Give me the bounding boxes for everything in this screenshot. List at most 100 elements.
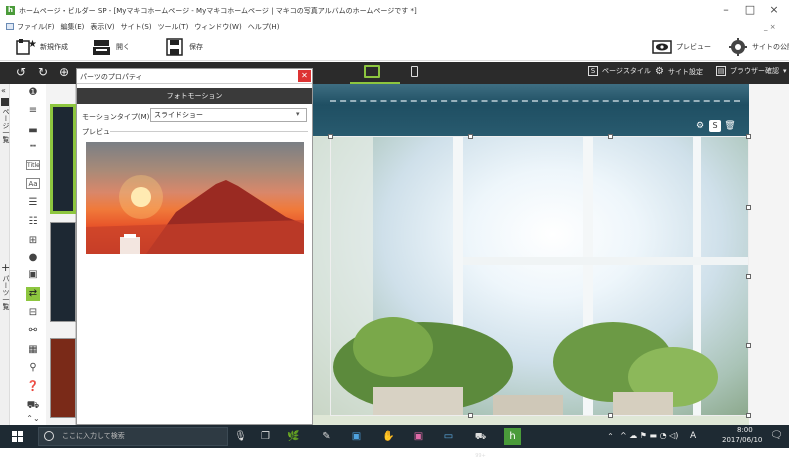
app-icon-blue[interactable]: ▣	[348, 428, 365, 445]
pc-view-icon[interactable]	[364, 65, 380, 78]
mdi-controls[interactable]: _ ×	[764, 23, 776, 31]
menu-view[interactable]: 表示(V)	[90, 22, 114, 32]
badge-count: 99+	[475, 453, 486, 459]
maximize-button[interactable]: □	[738, 2, 762, 18]
panel-title: パーツのプロパティ	[80, 73, 143, 81]
redo-icon[interactable]: ↻	[36, 65, 50, 79]
resize-handle[interactable]	[608, 413, 613, 418]
columns-icon[interactable]: ▬	[26, 124, 40, 138]
resize-handle[interactable]	[746, 413, 751, 418]
app-icon-badge[interactable]: ⛟99+	[472, 428, 489, 459]
thumbnail-selected[interactable]	[50, 104, 76, 214]
smartphone-view-icon[interactable]	[411, 66, 418, 77]
title-part-icon[interactable]: Title	[26, 160, 40, 170]
panel-close-button[interactable]: ✕	[298, 70, 311, 82]
app-icon-feather[interactable]: ✎	[318, 428, 335, 445]
site-settings-button[interactable]: ⚙ サイト設定	[655, 66, 703, 77]
resize-handle[interactable]	[328, 134, 333, 139]
pages-tab[interactable]: ページ一覧	[1, 108, 11, 143]
list-icon[interactable]: ☷	[26, 215, 40, 229]
publish-button[interactable]: サイトの公開	[728, 37, 789, 57]
undo-icon[interactable]: ↺	[14, 65, 28, 79]
homepage-builder-taskbar-icon[interactable]: h	[504, 428, 521, 445]
object-style-icon[interactable]: S	[709, 120, 721, 132]
help-icon[interactable]: ❓	[26, 380, 40, 394]
image-icon[interactable]: ▣	[26, 268, 40, 282]
open-button[interactable]: 開く	[92, 37, 130, 57]
motion-type-select[interactable]: スライドショー	[150, 108, 307, 122]
video-icon[interactable]: ▦	[26, 343, 40, 357]
resize-handle[interactable]	[746, 274, 751, 279]
app-icon-tree[interactable]: 🌿	[285, 428, 302, 445]
chevron-down-icon: ▾	[783, 67, 787, 75]
input-language[interactable]: A	[690, 431, 696, 441]
heading-icon[interactable]: ≡	[26, 104, 40, 118]
app-icon: h	[6, 6, 15, 15]
app-icon-picture[interactable]: ▭	[440, 428, 457, 445]
resize-handle[interactable]	[468, 413, 473, 418]
resize-handle[interactable]	[746, 205, 751, 210]
cart-icon[interactable]: ⛟	[26, 399, 40, 413]
clock-time[interactable]: 8:00	[737, 426, 753, 434]
divider	[110, 131, 308, 132]
menu-file[interactable]: ファイル(F)	[17, 22, 55, 32]
new-page-icon: ★	[16, 38, 37, 56]
menu-tools[interactable]: ツール(T)	[158, 22, 189, 32]
map-pin-icon[interactable]: ⚲	[26, 361, 40, 375]
text-part-icon[interactable]: Aa	[26, 178, 40, 189]
resize-handle[interactable]	[746, 343, 751, 348]
scroll-icon[interactable]: ⌃⌄	[26, 412, 40, 426]
photo-motion-icon[interactable]: ⇄	[26, 287, 40, 301]
windows-start-icon[interactable]	[12, 431, 23, 442]
separator-icon[interactable]: ┅	[26, 140, 40, 154]
thumbnail[interactable]	[50, 222, 76, 322]
menu-edit[interactable]: 編集(E)	[61, 22, 85, 32]
save-label: 保存	[189, 43, 203, 51]
open-label: 開く	[116, 43, 130, 51]
selection-frame[interactable]	[330, 136, 749, 416]
paragraph-icon[interactable]: ☰	[26, 196, 40, 210]
collapse-icon[interactable]: «	[1, 86, 6, 95]
zoom-icon[interactable]: ⊕	[57, 65, 71, 79]
settings-gear-icon: ⚙	[655, 66, 664, 77]
app-icon-hand[interactable]: ✋	[380, 428, 397, 445]
object-settings-icon[interactable]: ⚙	[694, 120, 706, 132]
minimize-button[interactable]: –	[714, 2, 738, 18]
table-icon[interactable]: ⊞	[26, 234, 40, 248]
browser-check-label: ブラウザー確認	[730, 67, 779, 75]
page-style-label: ページスタイル	[602, 67, 651, 75]
resize-handle[interactable]	[746, 134, 751, 139]
microphone-icon[interactable]: 🎙	[232, 428, 249, 445]
menu-help[interactable]: ヘルプ(H)	[248, 22, 280, 32]
motion-type-label: モーションタイプ(M)	[82, 113, 150, 121]
globe-gear-icon	[728, 38, 748, 56]
menu-window[interactable]: ウィンドウ(W)	[194, 22, 241, 32]
canvas-margin	[749, 84, 789, 425]
info-icon[interactable]: ❶	[26, 86, 40, 100]
browser-check-button[interactable]: ▤ ブラウザー確認 ▾	[716, 66, 787, 76]
parts-tab[interactable]: パーツ一覧	[1, 275, 11, 310]
thumbnail[interactable]	[50, 338, 76, 418]
page-header-image	[313, 84, 749, 136]
page-style-button[interactable]: S ページスタイル	[588, 66, 651, 76]
link-icon[interactable]: ⚯	[26, 324, 40, 338]
tray-icons[interactable]: ^ ☁ ⚑ ▬ ◔ ◁)	[620, 431, 678, 440]
save-button[interactable]: 保存	[165, 37, 203, 57]
tray-chevron-icon[interactable]: ⌃	[602, 428, 619, 445]
app-icon-pink[interactable]: ▣	[410, 428, 427, 445]
circle-icon[interactable]: ●	[26, 251, 40, 265]
trash-icon[interactable]: 🗑	[724, 120, 736, 132]
task-view-icon[interactable]: ❐	[257, 428, 274, 445]
header-divider	[330, 100, 740, 102]
notification-icon[interactable]: 🗨	[770, 430, 783, 442]
close-button[interactable]: ×	[762, 2, 786, 18]
menu-site[interactable]: サイト(S)	[121, 22, 152, 32]
resize-handle[interactable]	[608, 134, 613, 139]
panel-header: フォトモーション	[77, 88, 312, 104]
clock-date[interactable]: 2017/06/10	[722, 436, 762, 444]
gallery-icon[interactable]: ⊟	[26, 306, 40, 320]
preview-button[interactable]: プレビュー	[652, 37, 711, 57]
plus-icon: +	[1, 261, 11, 274]
new-button[interactable]: ★ 新規作成	[16, 37, 68, 57]
resize-handle[interactable]	[468, 134, 473, 139]
